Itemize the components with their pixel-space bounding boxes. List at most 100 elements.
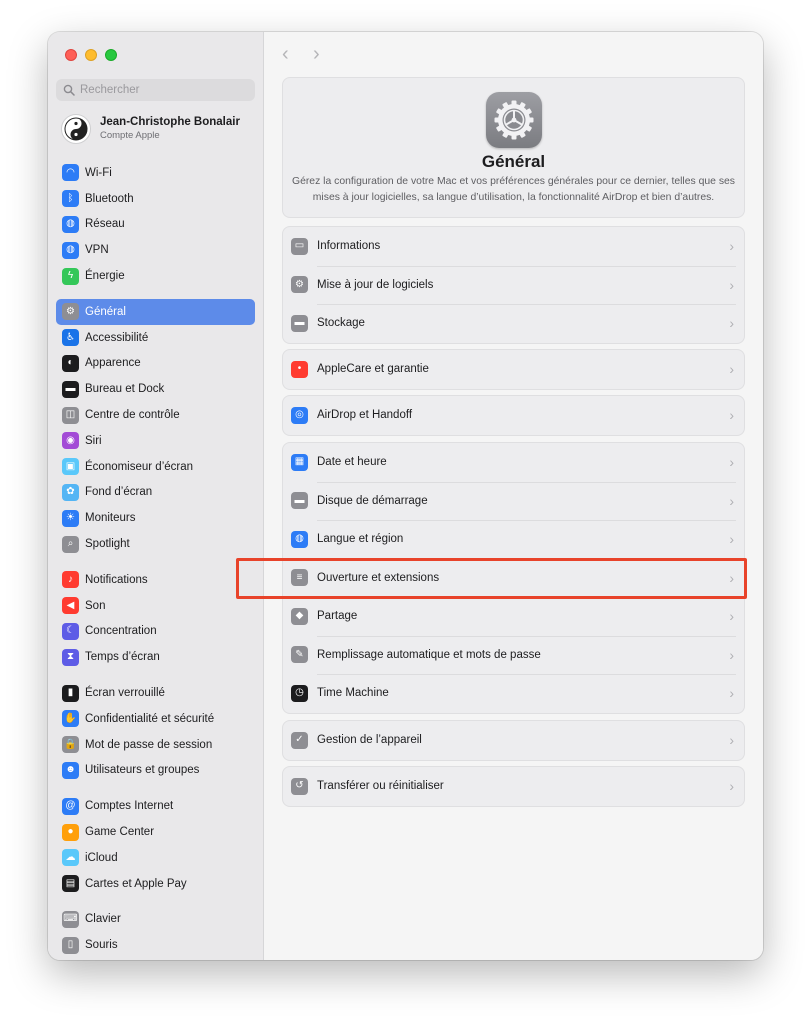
sidebar-group: ◠ Wi-Fi ᛒ Bluetooth ◍ Réseau ◍ VPN ϟ Énergie bbox=[56, 160, 255, 289]
wallet-icon: ▤ bbox=[62, 875, 79, 893]
settings-row-gestion-de-l-appareil[interactable]: ✓ Gestion de l’appareil › bbox=[283, 721, 744, 760]
sidebar-item-label: Notifications bbox=[85, 573, 148, 586]
sidebar-item-spotlight[interactable]: ⌕ Spotlight bbox=[56, 531, 255, 557]
sidebar-item-moniteurs[interactable]: ☀ Moniteurs bbox=[56, 505, 255, 531]
sidebar-group: ▮ Écran verrouillé ✋ Confidentialité et séc… bbox=[56, 680, 255, 783]
sidebar-item-mot-de-passe-de-session[interactable]: 🔒 Mot de passe de session bbox=[56, 732, 255, 758]
sidebar-item-bureau-et-dock[interactable]: ▬ Bureau et Dock bbox=[56, 376, 255, 402]
accessibility-icon: ♿ bbox=[62, 329, 79, 347]
sidebar-item-label: Écran verrouillé bbox=[85, 687, 165, 700]
search-input[interactable]: Rechercher bbox=[56, 79, 255, 101]
apple-icon: • bbox=[291, 360, 308, 378]
settings-row-remplissage-automatique-et-mots-de-passe[interactable]: ✎ Remplissage automatique et mots de pass… bbox=[283, 635, 744, 675]
settings-row-applecare-et-garantie[interactable]: • AppleCare et garantie › bbox=[283, 350, 744, 389]
sidebar-item-utilisateurs-et-groupes[interactable]: ☻ Utilisateurs et groupes bbox=[56, 758, 255, 784]
settings-row-stockage[interactable]: ▬ Stockage › bbox=[283, 304, 744, 343]
sidebar-item-fond-d-cran[interactable]: ✿ Fond d’écran bbox=[56, 480, 255, 506]
sidebar-item-son[interactable]: ◀ Son bbox=[56, 593, 255, 619]
page-title: Général bbox=[481, 152, 546, 171]
sidebar-item-siri[interactable]: ◉ Siri bbox=[56, 428, 255, 454]
sidebar-item-bluetooth[interactable]: ᛒ Bluetooth bbox=[56, 186, 255, 212]
sidebar-item-label: Cartes et Apple Pay bbox=[85, 877, 187, 890]
settings-row-label: Time Machine bbox=[317, 687, 389, 700]
sidebar-item-icloud[interactable]: ☁ iCloud bbox=[56, 845, 255, 871]
sidebar-item-label: Confidentialité et sécurité bbox=[85, 712, 215, 725]
gear-icon: ⚙ bbox=[62, 303, 79, 321]
mouse-icon: ▯ bbox=[62, 936, 79, 954]
sidebar-item-cartes-et-apple-pay[interactable]: ▤ Cartes et Apple Pay bbox=[56, 871, 255, 897]
sidebar-item-vpn[interactable]: ◍ VPN bbox=[56, 237, 255, 263]
sidebar-item-label: Concentration bbox=[85, 625, 157, 638]
chevron-right-icon: › bbox=[729, 778, 734, 794]
settings-row-ouverture-et-extensions[interactable]: ≡ Ouverture et extensions › bbox=[283, 558, 744, 598]
time-machine-icon: ◷ bbox=[291, 684, 308, 702]
screensaver-icon: ▣ bbox=[62, 458, 79, 476]
sidebar-item-accessibilit[interactable]: ♿ Accessibilité bbox=[56, 325, 255, 351]
sidebar-item-game-center[interactable]: ● Game Center bbox=[56, 819, 255, 845]
settings-row-langue-et-r-gion[interactable]: ◍ Langue et région › bbox=[283, 520, 744, 559]
sidebar-item-nergie[interactable]: ϟ Énergie bbox=[56, 263, 255, 289]
calendar-icon: ▦ bbox=[291, 453, 308, 471]
settings-row-mise-jour-de-logiciels[interactable]: ⚙ Mise à jour de logiciels › bbox=[283, 265, 744, 305]
sidebar-item-g-n-ral[interactable]: ⚙ Général bbox=[56, 298, 255, 325]
sidebar-item-confidentialit-et-s-curit[interactable]: ✋ Confidentialité et sécurité bbox=[56, 706, 255, 732]
sidebar-item-label: Bureau et Dock bbox=[85, 383, 165, 396]
chevron-right-icon: › bbox=[729, 361, 734, 377]
sidebar-item-notifications[interactable]: ♪ Notifications bbox=[56, 567, 255, 593]
sidebar-item-centre-de-contr-le[interactable]: ◫ Centre de contrôle bbox=[56, 402, 255, 428]
sidebar-item-souris[interactable]: ▯ Souris bbox=[56, 932, 255, 958]
avatar bbox=[61, 114, 91, 144]
sidebar-item-cran-verrouill[interactable]: ▮ Écran verrouillé bbox=[56, 680, 255, 706]
page-description: Gérez la configuration de votre Mac et v… bbox=[291, 176, 735, 203]
apple-account-profile[interactable]: Jean-Christophe Bonalair Compte Apple bbox=[61, 114, 240, 144]
minimize-window-button[interactable] bbox=[85, 49, 97, 61]
sidebar-item-label: Comptes Internet bbox=[85, 800, 174, 813]
sidebar-group: ⚙ Général ♿ Accessibilité ◐ Apparence ▬ Bureau … bbox=[56, 298, 255, 557]
settings-row-date-et-heure[interactable]: ▦ Date et heure › bbox=[283, 443, 744, 482]
settings-row-label: Partage bbox=[317, 610, 358, 623]
sidebar-item-conomiseur-d-cran[interactable]: ▣ Économiseur d’écran bbox=[56, 454, 255, 480]
sidebar-item-clavier[interactable]: ⌨ Clavier bbox=[56, 907, 255, 933]
forward-button[interactable]: › bbox=[313, 44, 320, 64]
settings-row-informations[interactable]: ▭ Informations › bbox=[283, 227, 744, 266]
sidebar-item-label: Temps d’écran bbox=[85, 651, 160, 664]
settings-row-label: Ouverture et extensions bbox=[317, 571, 440, 584]
chevron-right-icon: › bbox=[729, 407, 734, 423]
sidebar-item-concentration[interactable]: ☾ Concentration bbox=[56, 619, 255, 645]
settings-group: ▭ Informations › ⚙ Mise à jour de logiciels ›… bbox=[282, 226, 745, 344]
sidebar-item-r-seau[interactable]: ◍ Réseau bbox=[56, 212, 255, 238]
sidebar-item-label: Utilisateurs et groupes bbox=[85, 764, 200, 777]
sidebar-item-temps-d-cran[interactable]: ⧗ Temps d’écran bbox=[56, 644, 255, 670]
zoom-window-button[interactable] bbox=[105, 49, 117, 61]
settings-row-airdrop-et-handoff[interactable]: ◎ AirDrop et Handoff › bbox=[283, 396, 744, 435]
sidebar-item-label: Son bbox=[85, 599, 106, 612]
wifi-icon: ◠ bbox=[62, 164, 79, 182]
settings-row-disque-de-d-marrage[interactable]: ▬ Disque de démarrage › bbox=[283, 481, 744, 521]
settings-row-label: AirDrop et Handoff bbox=[317, 409, 413, 422]
settings-row-label: Mise à jour de logiciels bbox=[317, 278, 434, 291]
settings-row-label: Informations bbox=[317, 240, 381, 253]
hand-icon: ✋ bbox=[62, 710, 79, 728]
chevron-right-icon: › bbox=[729, 276, 734, 293]
settings-group: • AppleCare et garantie › bbox=[282, 349, 745, 390]
chevron-right-icon: › bbox=[729, 531, 734, 547]
settings-row-time-machine[interactable]: ◷ Time Machine › bbox=[283, 674, 744, 713]
settings-group: ▦ Date et heure › ▬ Disque de démarrage › ◍ Lan… bbox=[282, 442, 745, 714]
sidebar-item-comptes-internet[interactable]: @ Comptes Internet bbox=[56, 793, 255, 819]
back-button[interactable]: ‹ bbox=[282, 44, 289, 64]
settings-group: ↺ Transférer ou réinitialiser › bbox=[282, 766, 745, 807]
sidebar-item-label: Moniteurs bbox=[85, 512, 136, 525]
chevron-right-icon: › bbox=[729, 685, 734, 701]
display-icon: ▭ bbox=[291, 237, 308, 255]
sidebar-item-wi-fi[interactable]: ◠ Wi-Fi bbox=[56, 160, 255, 186]
sidebar-item-label: Énergie bbox=[85, 270, 125, 283]
speaker-icon: ◀ bbox=[62, 597, 79, 615]
close-window-button[interactable] bbox=[65, 49, 77, 61]
sidebar-group: ♪ Notifications ◀ Son ☾ Concentration ⧗ Temps d… bbox=[56, 567, 255, 670]
sidebar-item-apparence[interactable]: ◐ Apparence bbox=[56, 351, 255, 377]
chevron-right-icon: › bbox=[729, 492, 734, 509]
settings-row-partage[interactable]: ◆ Partage › bbox=[283, 597, 744, 636]
sidebar: Rechercher Jean-Christophe Bonalair Comp… bbox=[48, 32, 264, 960]
pencil-icon: ✎ bbox=[291, 646, 308, 664]
settings-row-transf-rer-ou-r-initialiser[interactable]: ↺ Transférer ou réinitialiser › bbox=[283, 767, 744, 806]
